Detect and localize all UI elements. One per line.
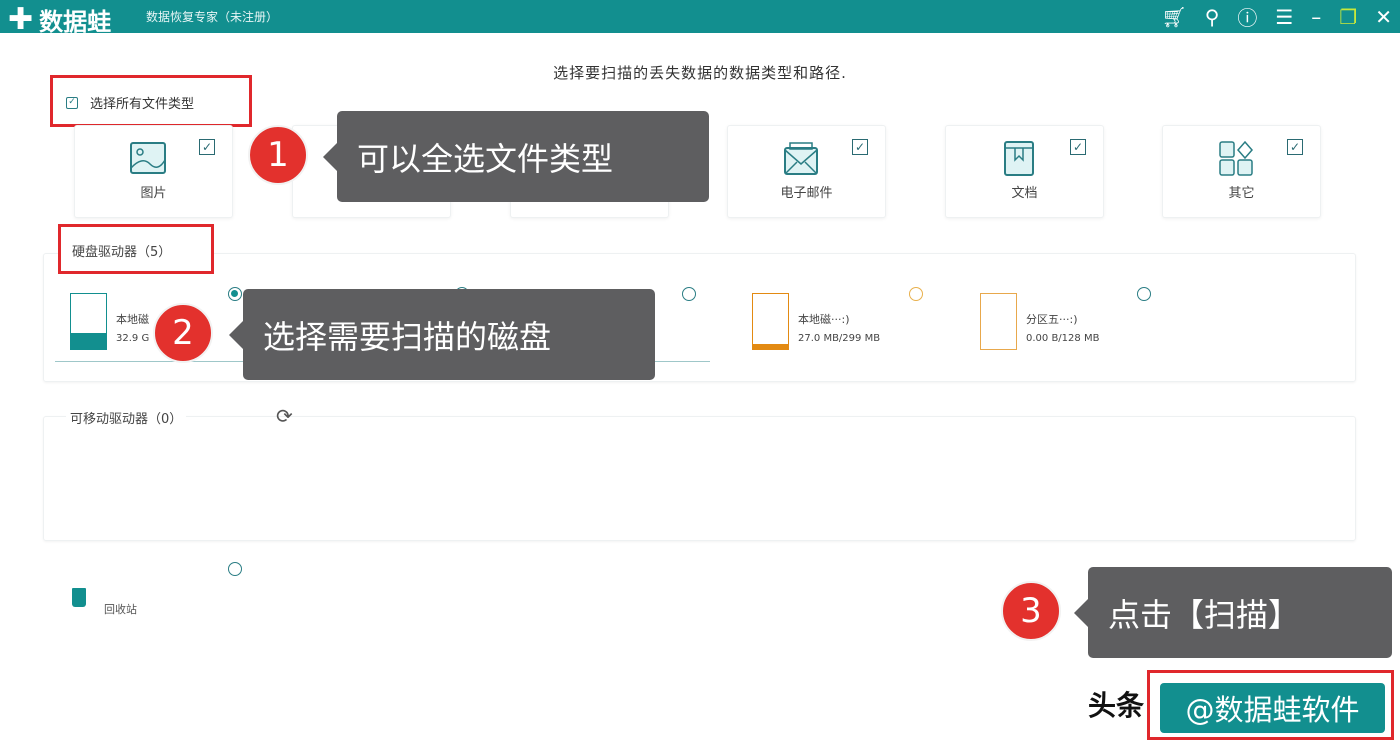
disk-icon: [980, 293, 1017, 350]
disk-icon: [70, 293, 107, 350]
drive-item[interactable]: 本地磁···:) 27.0 MB/299 MB: [752, 293, 952, 353]
callout-3: 点击【扫描】: [1074, 567, 1392, 658]
restore-icon[interactable]: ❐: [1339, 5, 1357, 29]
other-icon: [1219, 140, 1253, 176]
watermark-prefix: 头条: [1088, 689, 1145, 722]
key-icon[interactable]: ⚲: [1205, 5, 1220, 29]
menu-icon[interactable]: ☰: [1275, 5, 1293, 29]
trash-icon: [72, 588, 86, 607]
drive-item[interactable]: 分区五···:) 0.00 B/128 MB: [980, 293, 1180, 353]
callout-2: 选择需要扫描的磁盘: [229, 289, 655, 380]
document-icon: [1004, 141, 1034, 176]
drive-radio[interactable]: [228, 287, 242, 301]
drive-radio[interactable]: [682, 287, 696, 301]
help-icon[interactable]: ⓘ: [1237, 2, 1257, 31]
removable-drives-section: [43, 416, 1356, 541]
file-type-card-5[interactable]: ✓ 其它: [1162, 125, 1321, 218]
step-badge-1: 1: [248, 125, 308, 185]
select-all-checkbox[interactable]: ✓ 选择所有文件类型: [66, 93, 194, 112]
recycle-bin-radio[interactable]: [228, 562, 242, 576]
step-badge-3: 3: [1001, 581, 1061, 641]
app-title: 数据恢复专家（未注册）: [146, 10, 279, 24]
removable-drives-title: 可移动驱动器（0）: [66, 408, 187, 427]
file-type-checkbox[interactable]: ✓: [199, 139, 215, 155]
file-type-checkbox[interactable]: ✓: [852, 139, 868, 155]
logo-text: 数据蛙: [39, 8, 112, 36]
drive-size: 27.0 MB/299 MB: [798, 333, 881, 344]
disk-icon: [752, 293, 789, 350]
step-badge-2: 2: [153, 303, 213, 363]
app-logo: ✚ 数据蛙: [8, 2, 111, 37]
callout-text: 点击【扫描】: [1108, 595, 1301, 634]
file-type-card-4[interactable]: ✓ 文档: [945, 125, 1104, 218]
scan-button-watermark[interactable]: @数据蛙软件: [1160, 683, 1385, 733]
refresh-icon[interactable]: ⟳: [276, 404, 293, 428]
drive-radio[interactable]: [1137, 287, 1151, 301]
close-icon[interactable]: ✕: [1375, 5, 1392, 29]
cart-icon[interactable]: 🛒︎: [1161, 5, 1186, 29]
drive-size: 0.00 B/128 MB: [1026, 333, 1100, 344]
file-type-label: 其它: [1228, 186, 1255, 201]
checkbox-icon[interactable]: ✓: [66, 96, 78, 109]
file-type-label: 图片: [140, 186, 167, 201]
file-type-checkbox[interactable]: ✓: [1287, 139, 1303, 155]
file-type-checkbox[interactable]: ✓: [1070, 139, 1086, 155]
drive-name: 本地磁···:): [798, 313, 850, 326]
file-type-card-3[interactable]: ✓ 电子邮件: [727, 125, 886, 218]
hard-drives-title: 硬盘驱动器（5）: [72, 245, 172, 260]
drive-name: 分区五···:): [1026, 313, 1078, 326]
image-icon: [130, 142, 166, 174]
callout-1: 可以全选文件类型: [323, 111, 709, 202]
file-type-label: 文档: [1011, 186, 1038, 201]
email-icon: [784, 142, 818, 175]
callout-text: 可以全选文件类型: [357, 139, 614, 178]
title-bar: ✚ 数据蛙 数据恢复专家（未注册） 🛒︎ ⚲ ⓘ ☰ – ❐ ✕: [0, 0, 1400, 36]
callout-text: 选择需要扫描的磁盘: [263, 317, 552, 356]
drive-size: 32.9 G: [116, 333, 150, 344]
recycle-bin-label[interactable]: 回收站: [104, 601, 137, 617]
file-type-card-0[interactable]: ✓ 图片: [74, 125, 233, 218]
drive-radio[interactable]: [909, 287, 923, 301]
minimize-icon[interactable]: –: [1311, 5, 1321, 29]
logo-plus-icon: ✚: [8, 1, 34, 37]
file-type-label: 电子邮件: [780, 186, 833, 201]
select-all-label: 选择所有文件类型: [90, 97, 195, 112]
drive-name: 本地磁: [116, 313, 149, 326]
